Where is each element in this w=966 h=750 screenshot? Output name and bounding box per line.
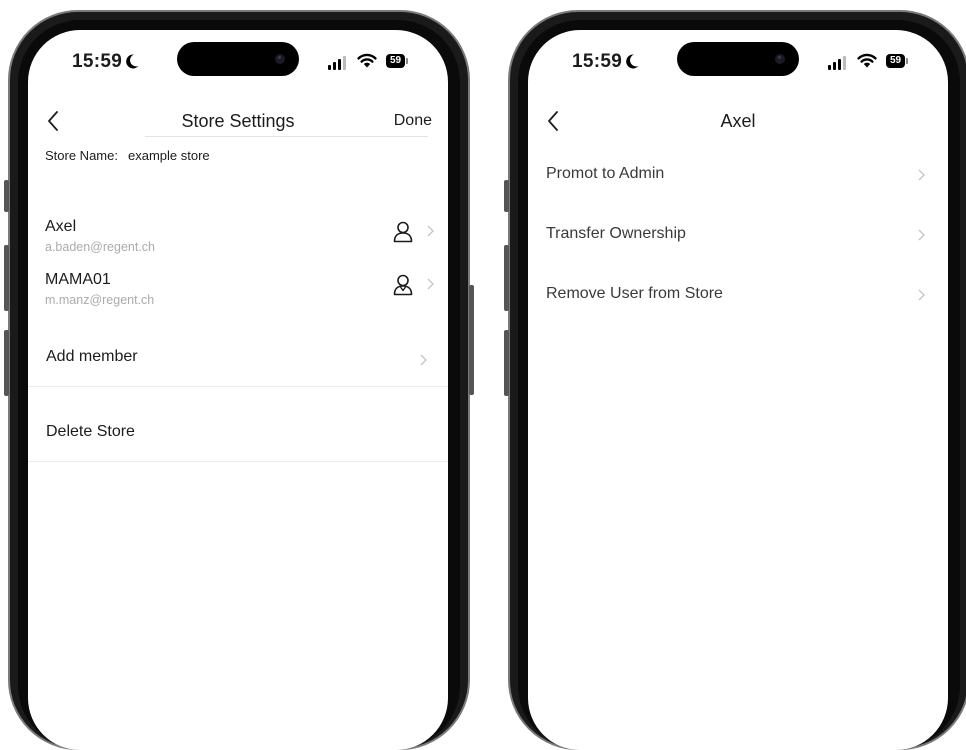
status-time: 15:59: [72, 51, 139, 73]
page-title: Store Settings: [181, 111, 295, 131]
camera-icon: [275, 54, 285, 64]
remove-user-option[interactable]: Remove User from Store: [528, 271, 948, 321]
battery-icon: 59: [886, 54, 905, 68]
moon-icon: [626, 54, 639, 69]
wifi-icon: [857, 53, 877, 68]
store-name-row: Store Name: example store: [45, 148, 210, 163]
phone-store-settings: 15:59 59 Store Settings Done Store Name:…: [4, 10, 474, 750]
option-label: Promot to Admin: [546, 165, 665, 182]
chevron-right-icon: [420, 354, 427, 366]
volume-down-button: [504, 330, 509, 396]
done-button[interactable]: Done: [394, 112, 432, 130]
delete-store-label: Delete Store: [46, 423, 135, 440]
power-button: [469, 285, 474, 395]
side-button: [4, 180, 9, 212]
store-name-input[interactable]: example store: [128, 148, 210, 163]
person-icon: [393, 221, 413, 243]
member-email: m.manz@regent.ch: [45, 293, 155, 307]
wifi-icon: [357, 53, 377, 68]
status-bar: 15:59 59: [528, 30, 948, 90]
nav-bar: Axel: [528, 100, 948, 144]
add-member-button[interactable]: Add member: [28, 332, 448, 388]
side-button: [504, 180, 509, 212]
person-admin-icon: [393, 274, 413, 296]
chevron-right-icon: [918, 289, 925, 301]
divider: [28, 461, 448, 462]
chevron-right-icon: [427, 225, 434, 237]
dynamic-island: [677, 42, 799, 76]
store-name-underline: [145, 136, 428, 137]
chevron-right-icon: [918, 169, 925, 181]
battery-tip: [906, 58, 908, 64]
member-row-axel[interactable]: Axel a.baden@regent.ch: [45, 218, 435, 262]
promote-to-admin-option[interactable]: Promot to Admin: [528, 151, 948, 201]
add-member-label: Add member: [46, 348, 138, 365]
page-title: Axel: [720, 111, 756, 131]
battery-tip: [406, 58, 408, 64]
option-label: Transfer Ownership: [546, 225, 686, 242]
nav-bar: Store Settings Done: [28, 100, 448, 144]
member-email: a.baden@regent.ch: [45, 240, 155, 254]
transfer-ownership-option[interactable]: Transfer Ownership: [528, 211, 948, 261]
divider: [28, 386, 448, 387]
battery-icon: 59: [386, 54, 405, 68]
member-name: Axel: [45, 218, 77, 235]
delete-store-button[interactable]: Delete Store: [28, 407, 448, 463]
chevron-right-icon: [427, 278, 434, 290]
phone-member-detail: 15:59 59 Axel Promot to Admin Transfer O…: [504, 10, 966, 750]
member-name: MAMA01: [45, 271, 111, 288]
screen: 15:59 59 Store Settings Done Store Name:…: [28, 30, 448, 750]
volume-up-button: [4, 245, 9, 311]
dynamic-island: [177, 42, 299, 76]
chevron-right-icon: [918, 229, 925, 241]
store-name-label: Store Name:: [45, 148, 118, 163]
moon-icon: [126, 54, 139, 69]
status-time: 15:59: [572, 51, 639, 73]
screen: 15:59 59 Axel Promot to Admin Transfer O…: [528, 30, 948, 750]
status-bar: 15:59 59: [28, 30, 448, 90]
volume-down-button: [4, 330, 9, 396]
member-row-mama01[interactable]: MAMA01 m.manz@regent.ch: [45, 271, 435, 315]
volume-up-button: [504, 245, 509, 311]
option-label: Remove User from Store: [546, 285, 723, 302]
camera-icon: [775, 54, 785, 64]
